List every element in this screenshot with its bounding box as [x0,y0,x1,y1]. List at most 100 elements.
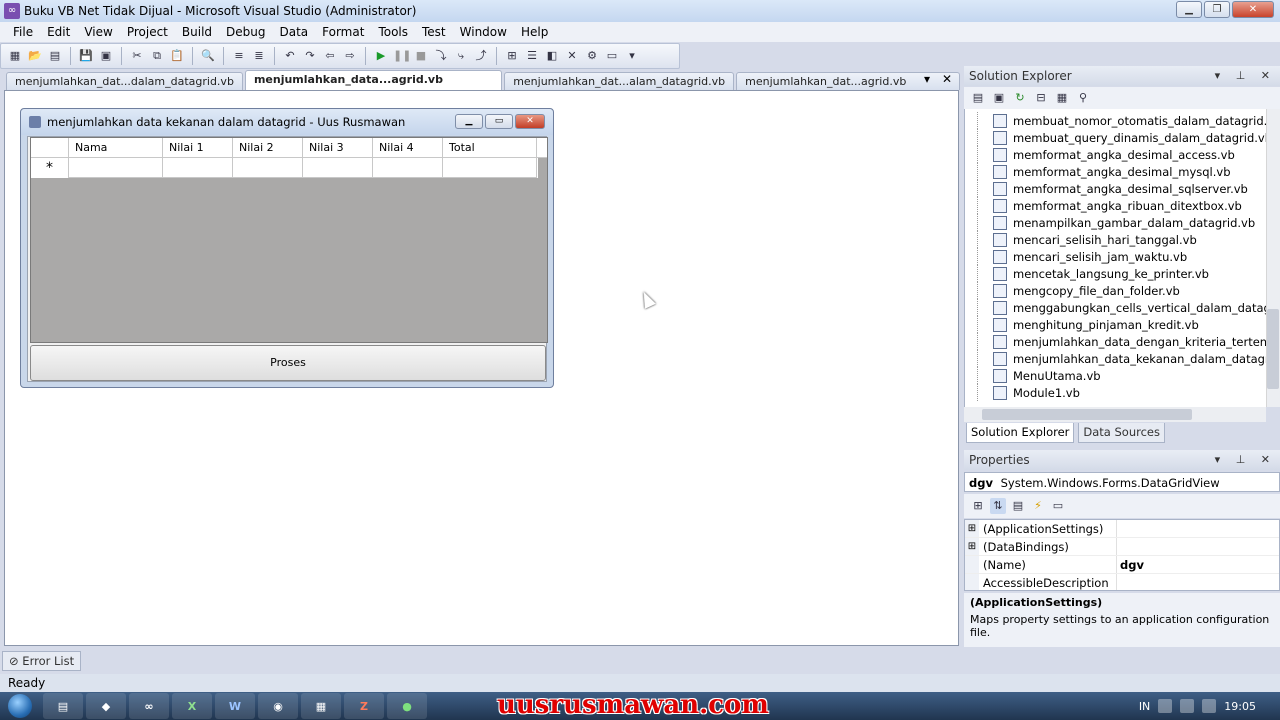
command-window-icon[interactable]: ▭ [604,48,620,64]
object-browser-icon[interactable]: ◧ [544,48,560,64]
tab-solution-explorer[interactable]: Solution Explorer [966,423,1075,443]
solution-file-item[interactable]: membuat_nomor_otomatis_dalam_datagrid.vb [965,112,1280,129]
solution-file-item[interactable]: menjumlahkan_data_kekanan_dalam_datagrid… [965,350,1280,367]
refresh-icon[interactable]: ↻ [1012,90,1028,106]
menu-format[interactable]: Format [315,25,371,39]
navigate-back-icon[interactable]: ⇦ [322,48,338,64]
form-designer-surface[interactable]: menjumlahkan data kekanan dalam datagrid… [4,90,959,646]
visual-studio-taskbar-icon[interactable]: ∞ [129,693,169,719]
menu-help[interactable]: Help [514,25,555,39]
solution-file-item[interactable]: memformat_angka_desimal_mysql.vb [965,163,1231,180]
copy-icon[interactable]: ⧉ [149,48,165,64]
doc-tab[interactable]: menjumlahkan_dat...alam_datagrid.vb [504,72,735,90]
comment-icon[interactable]: ≡ [231,48,247,64]
save-all-icon[interactable]: ▣ [98,48,114,64]
menu-project[interactable]: Project [120,25,175,39]
save-icon[interactable]: 💾 [78,48,94,64]
network-icon[interactable] [1180,699,1195,713]
solution-explorer-tree[interactable]: Module1.vb MenuUtama.vb menjumlahkan_data_… [964,109,1280,407]
menu-window[interactable]: Window [453,25,514,39]
doc-tab[interactable]: menjumlahkan_dat...dalam_datagrid.vb [6,72,243,90]
add-item-icon[interactable]: ▤ [47,48,63,64]
properties-view-icon[interactable]: ▤ [1010,498,1026,514]
solution-file-item[interactable]: MenuUtama.vb [965,367,1101,384]
grid-column-header[interactable]: Total [443,138,537,158]
property-value[interactable] [1117,520,1279,537]
property-value[interactable] [1117,538,1279,555]
new-project-icon[interactable]: ▦ [7,48,23,64]
stop-icon[interactable]: ■ [413,48,429,64]
error-list-tab[interactable]: ⊘ Error List [2,651,82,671]
menu-build[interactable]: Build [175,25,219,39]
solution-file-item[interactable]: memformat_angka_ribuan_ditextbox.vb [965,197,1242,214]
solution-file-item[interactable]: mengcopy_file_dan_folder.vb [965,282,1180,299]
chrome-taskbar-icon[interactable]: ◉ [258,693,298,719]
vertical-scrollbar[interactable] [1266,109,1280,407]
grid-cell[interactable] [163,158,233,178]
scroll-thumb[interactable] [982,409,1192,420]
menu-tools[interactable]: Tools [371,25,415,39]
green-app-taskbar-icon[interactable]: ● [387,693,427,719]
solution-file-item[interactable]: Module1.vb [965,384,1080,401]
property-row[interactable]: AccessibleDescription [965,574,1279,590]
toolbar-overflow-icon[interactable]: ▾ [624,48,640,64]
proses-button[interactable]: Proses [30,345,546,381]
property-value[interactable] [1117,574,1279,590]
property-row[interactable]: ⊞ (ApplicationSettings) [965,520,1279,538]
property-value[interactable]: dgv [1117,556,1279,573]
close-document-icon[interactable]: ✕ [942,72,952,86]
alphabetical-icon[interactable]: ⇅ [990,498,1006,514]
grid-cell[interactable] [443,158,537,178]
start-debug-icon[interactable]: ▶ [373,48,389,64]
start-button[interactable] [0,692,40,720]
categorized-icon[interactable]: ⊞ [970,498,986,514]
solution-file-item[interactable]: membuat_query_dinamis_dalam_datagrid.vb [965,129,1272,146]
open-file-icon[interactable]: 📂 [27,48,43,64]
undo-icon[interactable]: ↶ [282,48,298,64]
tab-data-sources[interactable]: Data Sources [1078,423,1165,443]
solution-explorer-icon[interactable]: ⊞ [504,48,520,64]
volume-icon[interactable] [1202,699,1217,713]
solution-file-item[interactable]: mencetak_langsung_ke_printer.vb [965,265,1209,282]
property-row[interactable]: (Name) dgv [965,556,1279,574]
app-taskbar-icon[interactable]: ◆ [86,693,126,719]
view-code-icon[interactable]: ⊟ [1033,90,1049,106]
solution-file-item[interactable]: mencari_selisih_jam_waktu.vb [965,248,1187,265]
step-over-icon[interactable]: ⤷ [453,48,469,64]
property-pages-icon[interactable]: ▭ [1050,498,1066,514]
grid-column-header[interactable]: Nilai 3 [303,138,373,158]
close-button[interactable]: ✕ [1232,1,1274,18]
menu-test[interactable]: Test [415,25,453,39]
tab-dropdown-icon[interactable]: ▾ [924,72,930,86]
find-icon[interactable]: 🔍 [200,48,216,64]
grid-cell[interactable] [69,158,163,178]
solution-file-item[interactable]: menggabungkan_cells_vertical_dalam_datag… [965,299,1280,316]
uncomment-icon[interactable]: ≣ [251,48,267,64]
expand-icon[interactable]: ⊞ [965,520,979,537]
solution-file-item[interactable]: menjumlahkan_data_dengan_kriteria_terten… [965,333,1280,350]
minimize-button[interactable]: ▁ [1176,1,1202,18]
grid-column-header[interactable]: Nilai 1 [163,138,233,158]
solution-file-item[interactable]: menghitung_pinjaman_kredit.vb [965,316,1199,333]
pane-controls-icon[interactable]: ▾ ⊥ ✕ [1215,66,1276,86]
word-taskbar-icon[interactable]: W [215,693,255,719]
pause-icon[interactable]: ❚❚ [393,48,411,64]
tool-taskbar-icon[interactable]: ▦ [301,693,341,719]
show-all-files-icon[interactable]: ▣ [991,90,1007,106]
language-indicator[interactable]: IN [1139,700,1150,713]
events-icon[interactable]: ⚡ [1030,498,1046,514]
step-out-icon[interactable]: ⤴ [473,48,489,64]
designed-form[interactable]: menjumlahkan data kekanan dalam datagrid… [20,108,554,388]
horizontal-scrollbar[interactable] [964,407,1266,422]
grid-column-header[interactable]: Nilai 4 [373,138,443,158]
properties-object-selector[interactable]: dgv System.Windows.Forms.DataGridView [964,472,1280,492]
properties-icon[interactable]: ☰ [524,48,540,64]
pane-controls-icon[interactable]: ▾ ⊥ ✕ [1215,450,1276,470]
grid-column-header[interactable]: Nilai 2 [233,138,303,158]
grid-column-header[interactable]: Nama [69,138,163,158]
extensions-icon[interactable]: ⚙ [584,48,600,64]
property-row[interactable]: ⊞ (DataBindings) [965,538,1279,556]
explorer-taskbar-icon[interactable]: ▤ [43,693,83,719]
clock[interactable]: 19:05 [1224,700,1256,713]
solution-file-item[interactable]: mencari_selisih_hari_tanggal.vb [965,231,1197,248]
